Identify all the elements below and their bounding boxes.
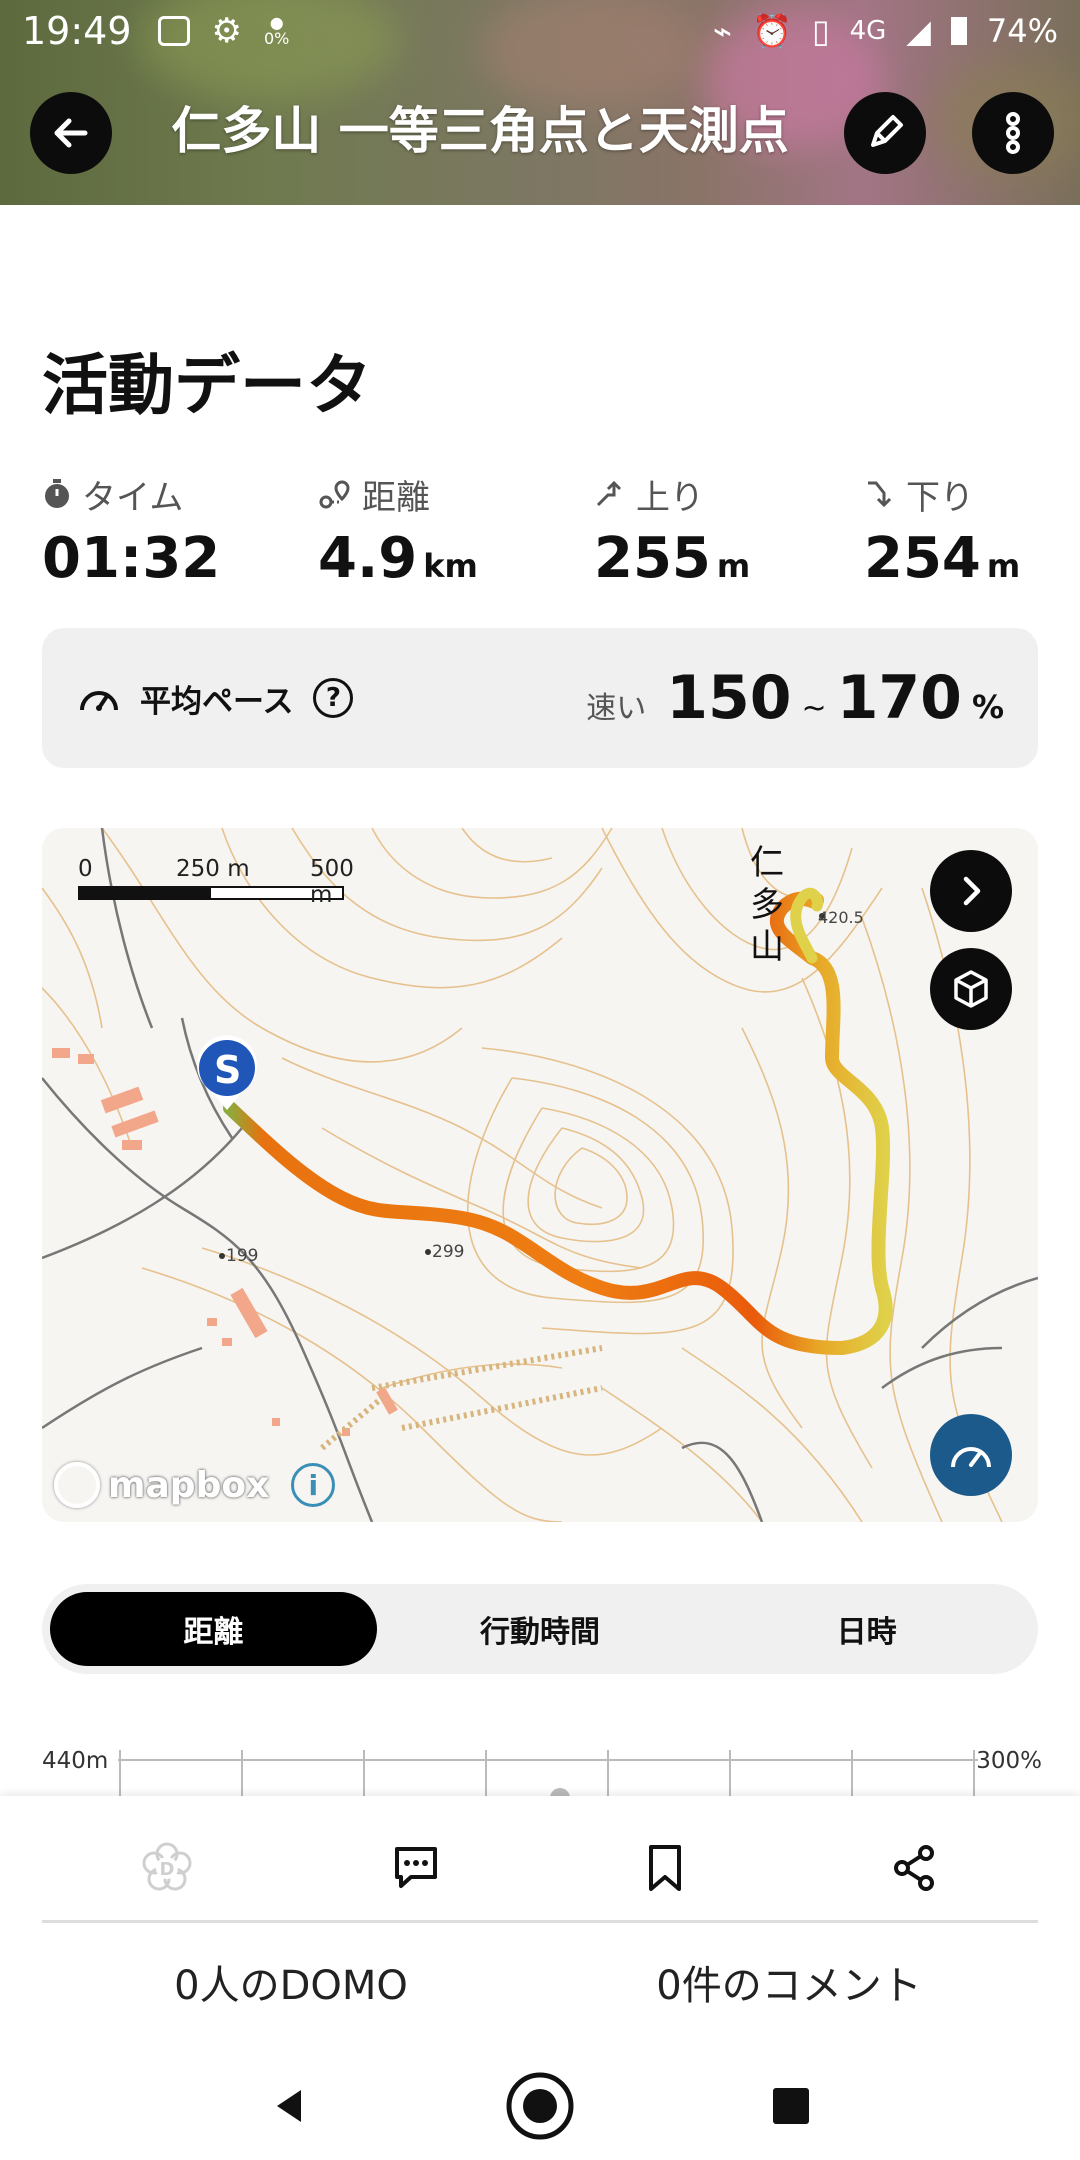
- pace-min: 150: [666, 663, 792, 733]
- mapbox-logo-icon: [54, 1462, 100, 1508]
- nav-back-icon[interactable]: [267, 2084, 311, 2128]
- topo-map-layer: [42, 828, 1038, 1522]
- pace-max: 170: [836, 663, 962, 733]
- nav-home-icon[interactable]: [504, 2070, 576, 2142]
- domo-count[interactable]: 0人のDOMO: [42, 1946, 540, 2026]
- header: 19:49 ⚙ ● 0% ⌁ ⏰ ▯ 4G ◢ 74% 仁多山 一等三角点と天測点: [0, 0, 1080, 205]
- elevation-label: 299: [432, 1242, 465, 1262]
- domo-flower-icon: D: [142, 1842, 191, 1891]
- pace-unit: %: [971, 688, 1004, 726]
- settings-sync-icon: ⚙: [211, 11, 242, 51]
- pace-speed-word: 速い: [586, 691, 647, 726]
- map-3d-button[interactable]: [930, 948, 1012, 1030]
- share-button[interactable]: [789, 1818, 1038, 1918]
- back-button[interactable]: [30, 92, 112, 174]
- chart-axis-tabs: 距離 行動時間 日時: [42, 1584, 1038, 1674]
- cube-icon: [954, 970, 988, 1008]
- system-nav-bar: [0, 2052, 1080, 2160]
- tab-distance[interactable]: 距離: [50, 1592, 377, 1666]
- map-expand-button[interactable]: [930, 850, 1012, 932]
- stat-value: 01:32: [42, 526, 221, 591]
- comment-button[interactable]: [291, 1818, 540, 1918]
- elevation-label: 199: [226, 1246, 259, 1266]
- battery-icon: [950, 17, 967, 45]
- chart-grid: [118, 1750, 978, 1800]
- tab-datetime[interactable]: 日時: [703, 1592, 1030, 1666]
- average-pace-card: 平均ペース ? 速い 150 ~ 170 %: [42, 628, 1038, 768]
- stat-time: タイム 01:32: [42, 470, 318, 600]
- mountain-name: 仁 多 山: [750, 843, 784, 967]
- start-marker-label: S: [214, 1048, 242, 1092]
- elevation-point: [219, 1253, 225, 1259]
- stat-label: タイム: [82, 477, 184, 518]
- battery-level: 74%: [986, 12, 1058, 50]
- domo-button[interactable]: D: [42, 1818, 291, 1918]
- more-vertical-icon: [1006, 112, 1020, 154]
- more-menu-button[interactable]: [972, 92, 1054, 174]
- comment-icon: [394, 1847, 437, 1888]
- stat-label: 上り: [636, 477, 704, 518]
- summit-elevation: 420.5: [818, 908, 864, 927]
- nfc-icon: ⌁: [712, 12, 733, 50]
- stopwatch-icon: [45, 479, 69, 508]
- stat-value: 255 m: [594, 526, 751, 591]
- share-icon: [893, 1845, 934, 1891]
- chevron-right-icon: [963, 876, 981, 906]
- data-saver-icon: ● 0%: [264, 13, 290, 48]
- descent-icon: [868, 481, 892, 508]
- ascent-icon: [596, 480, 622, 507]
- speedometer-icon: [80, 691, 118, 711]
- stat-ascent: 上り 255 m: [594, 470, 864, 600]
- section-title: 活動データ: [42, 347, 372, 424]
- help-icon[interactable]: ?: [313, 678, 354, 718]
- info-icon[interactable]: i: [291, 1463, 336, 1507]
- stat-distance: 距離 4.9 km: [318, 470, 594, 600]
- tab-moving-time[interactable]: 行動時間: [377, 1592, 704, 1666]
- route-line: [223, 891, 893, 1355]
- stat-label: 距離: [362, 477, 430, 518]
- svg-text:D: D: [159, 1859, 174, 1880]
- status-time: 19:49: [22, 9, 132, 53]
- alarm-icon: ⏰: [752, 12, 792, 50]
- chart-y-right-max: 300%: [976, 1748, 1042, 1774]
- page-title: 仁多山 一等三角点と天測点: [171, 102, 789, 160]
- stat-label: 下り: [906, 477, 974, 518]
- embankment: [320, 1345, 603, 1451]
- stat-descent: 下り 254 m: [864, 470, 1038, 600]
- activity-stats: タイム 01:32 距離 4.9 km 上り 255 m 下り 254 m: [42, 470, 1038, 600]
- vibrate-icon: ▯: [811, 12, 830, 50]
- nav-recents-icon[interactable]: [769, 2084, 813, 2128]
- back-arrow-icon: [54, 118, 88, 148]
- map-scale: 0 250 m 500 m: [78, 856, 354, 908]
- edit-button[interactable]: [844, 92, 926, 174]
- comment-count[interactable]: 0件のコメント: [540, 1946, 1038, 2026]
- elevation-chart: 440m 300%: [42, 1740, 1042, 1800]
- stat-value: 254 m: [864, 526, 1021, 591]
- pace-tilde: ~: [801, 691, 827, 726]
- pace-map-button[interactable]: [930, 1414, 1012, 1496]
- chart-y-left-max: 440m: [42, 1748, 109, 1774]
- elevation-point: [425, 1249, 431, 1255]
- network-type: 4G: [849, 16, 887, 46]
- stat-value: 4.9 km: [318, 526, 478, 591]
- pencil-icon: [871, 115, 903, 147]
- pace-label: 平均ペース: [140, 683, 294, 720]
- bookmark-button[interactable]: [540, 1818, 789, 1918]
- gallery-icon: [157, 16, 190, 46]
- speedometer-icon: [951, 1447, 991, 1468]
- route-map[interactable]: S 仁 多 山 420.5 299 199 0 250 m 500 m mapb…: [42, 828, 1038, 1522]
- divider: [42, 1920, 1038, 1923]
- status-bar: 19:49 ⚙ ● 0% ⌁ ⏰ ▯ 4G ◢ 74%: [0, 0, 1080, 62]
- signal-icon: ◢: [906, 12, 931, 50]
- contour-lines: [42, 828, 1003, 1522]
- route-icon: [319, 480, 350, 509]
- bookmark-icon: [648, 1845, 681, 1891]
- mapbox-attribution[interactable]: mapbox i: [54, 1462, 336, 1508]
